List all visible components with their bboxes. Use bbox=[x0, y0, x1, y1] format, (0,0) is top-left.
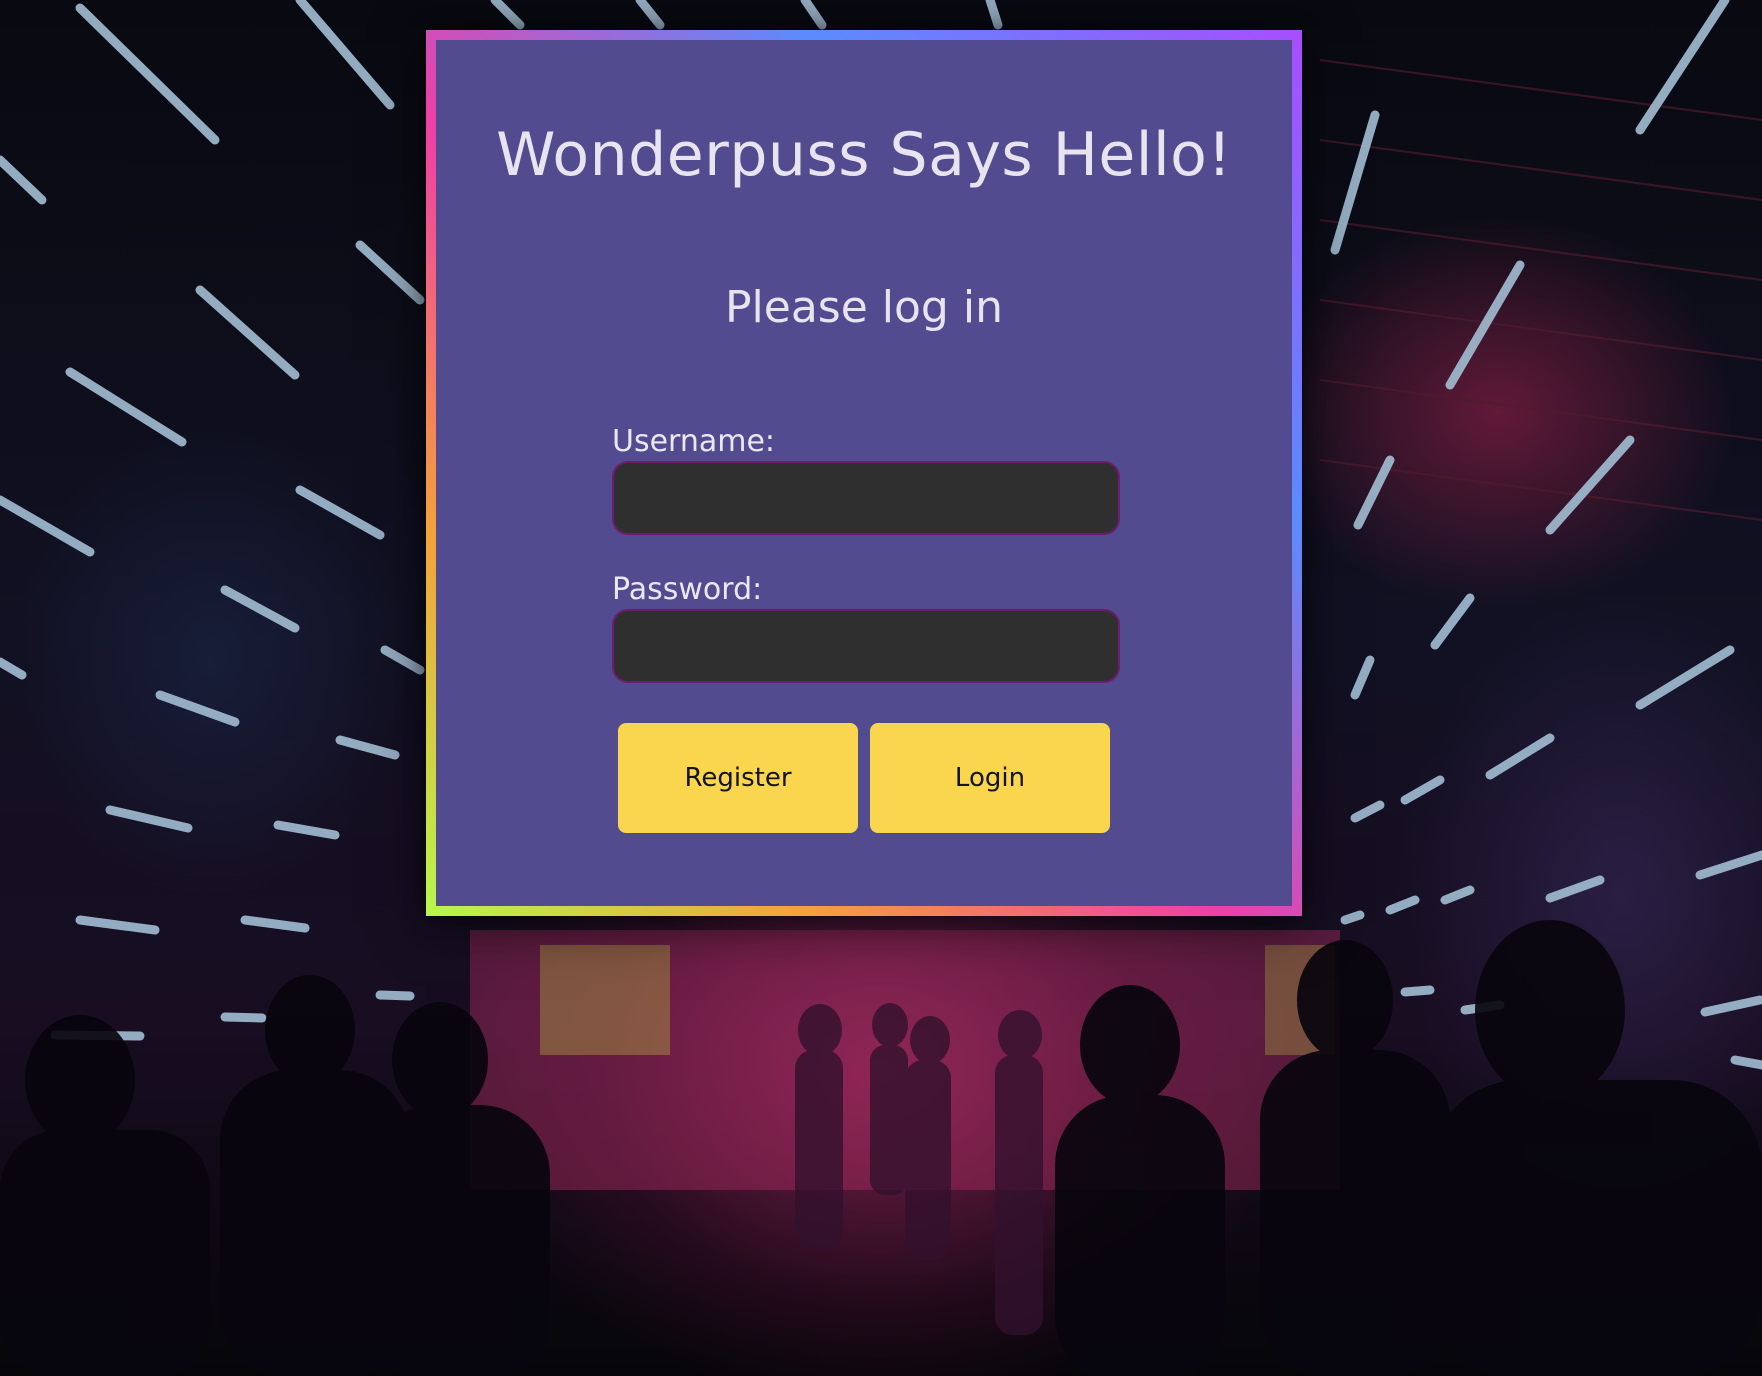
password-input[interactable] bbox=[612, 609, 1120, 683]
login-panel: Wonderpuss Says Hello! Please log in Use… bbox=[436, 40, 1292, 906]
login-subtitle: Please log in bbox=[725, 282, 1003, 333]
page-title: Wonderpuss Says Hello! bbox=[496, 120, 1232, 190]
login-button[interactable]: Login bbox=[870, 723, 1110, 833]
password-label: Password: bbox=[612, 572, 763, 607]
register-button[interactable]: Register bbox=[618, 723, 858, 833]
login-card: Wonderpuss Says Hello! Please log in Use… bbox=[426, 30, 1302, 916]
username-input[interactable] bbox=[612, 461, 1120, 535]
username-label: Username: bbox=[612, 424, 776, 459]
